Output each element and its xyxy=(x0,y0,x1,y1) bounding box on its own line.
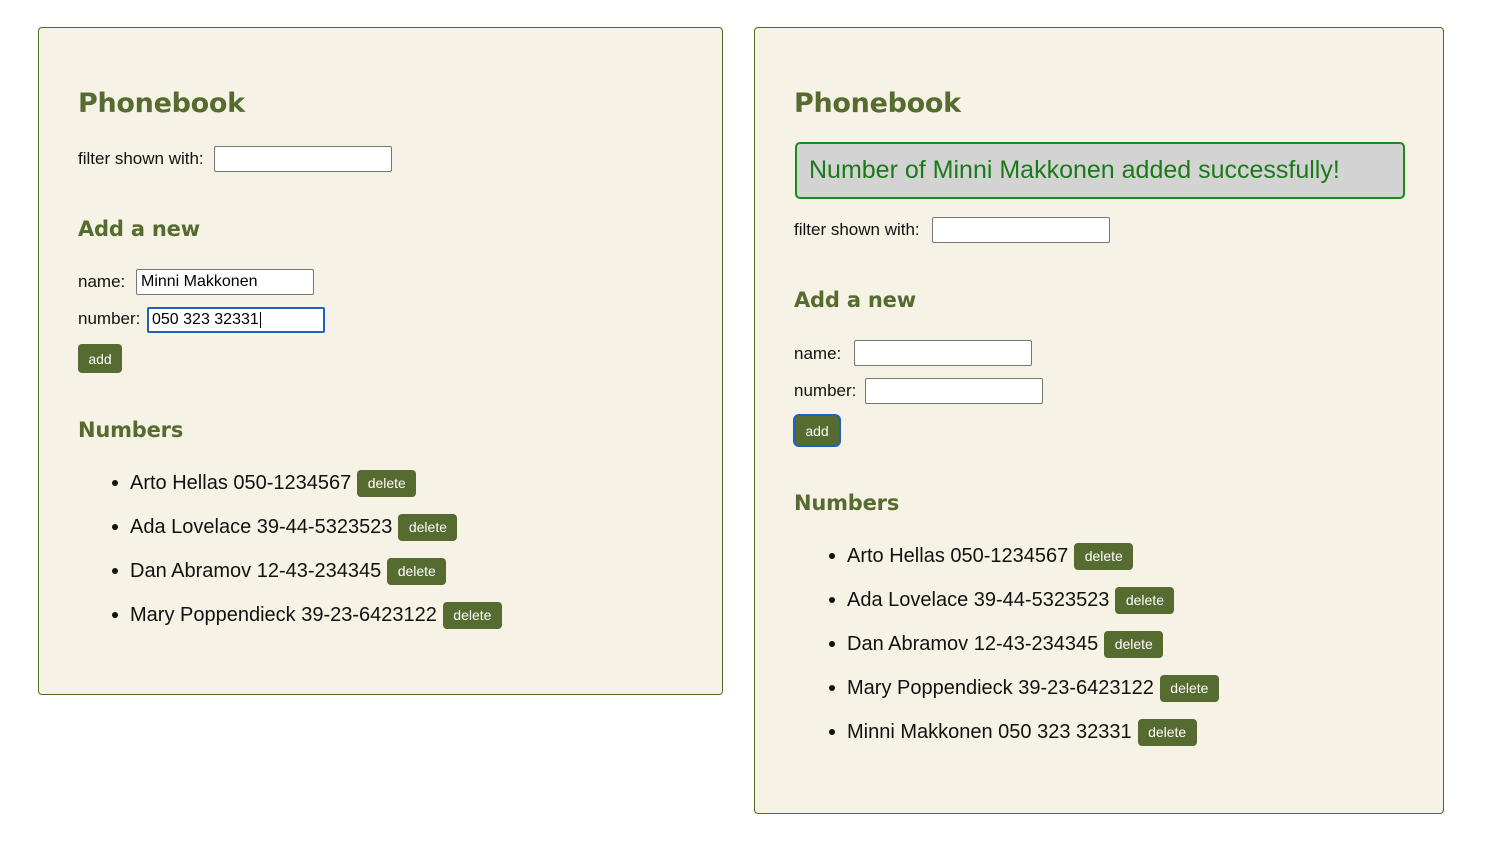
bullet xyxy=(829,729,835,735)
person-item: Dan Abramov 12-43-234345 delete xyxy=(829,622,1219,666)
name-label: name: xyxy=(78,272,126,291)
person-item: Mary Poppendieck 39-23-6423122 delete xyxy=(112,593,502,637)
number-label: number: xyxy=(78,309,141,328)
filter-label: filter shown with: xyxy=(78,149,204,168)
person-text: Mary Poppendieck 39-23-6423122 xyxy=(130,603,437,626)
add-new-heading: Add a new xyxy=(78,217,200,241)
person-item: Ada Lovelace 39-44-5323523 delete xyxy=(112,505,502,549)
bullet xyxy=(829,641,835,647)
person-text: Dan Abramov 12-43-234345 xyxy=(847,632,1099,655)
add-new-heading: Add a new xyxy=(794,288,916,312)
number-input-value: 050 323 32331 xyxy=(152,311,259,328)
number-input[interactable]: 050 323 32331 xyxy=(147,307,325,333)
filter-label: filter shown with: xyxy=(794,220,920,239)
bullet xyxy=(112,568,118,574)
person-text: Arto Hellas 050-1234567 xyxy=(847,544,1069,567)
delete-button[interactable]: delete xyxy=(387,557,447,585)
delete-button[interactable]: delete xyxy=(1104,630,1164,658)
bullet xyxy=(829,597,835,603)
bullet xyxy=(112,524,118,530)
bullet xyxy=(112,612,118,618)
person-text: Mary Poppendieck 39-23-6423122 xyxy=(847,676,1154,699)
add-button[interactable]: add xyxy=(795,416,839,445)
person-text: Arto Hellas 050-1234567 xyxy=(130,471,352,494)
delete-button[interactable]: delete xyxy=(1137,718,1197,746)
name-input[interactable] xyxy=(136,269,314,295)
number-input[interactable] xyxy=(865,378,1043,404)
filter-input[interactable] xyxy=(214,146,392,172)
person-item: Minni Makkonen 050 323 32331 delete xyxy=(829,710,1219,754)
filter-input[interactable] xyxy=(932,217,1110,243)
delete-button[interactable]: delete xyxy=(1074,542,1134,570)
numbers-heading: Numbers xyxy=(794,491,900,515)
person-item: Arto Hellas 050-1234567 delete xyxy=(112,461,502,505)
person-item: Ada Lovelace 39-44-5323523 delete xyxy=(829,578,1219,622)
person-list: Arto Hellas 050-1234567 delete Ada Lovel… xyxy=(112,461,502,637)
bullet xyxy=(829,553,835,559)
person-text: Ada Lovelace 39-44-5323523 xyxy=(130,515,393,538)
person-item: Dan Abramov 12-43-234345 delete xyxy=(112,549,502,593)
page-title: Phonebook xyxy=(794,88,961,119)
delete-button[interactable]: delete xyxy=(357,469,417,497)
name-input[interactable] xyxy=(854,340,1032,366)
add-button[interactable]: add xyxy=(78,344,122,373)
success-notification: Number of Minni Makkonen added successfu… xyxy=(795,142,1405,199)
delete-button[interactable]: delete xyxy=(442,601,502,629)
text-caret xyxy=(259,311,261,328)
person-item: Arto Hellas 050-1234567 delete xyxy=(829,534,1219,578)
person-text: Ada Lovelace 39-44-5323523 xyxy=(847,588,1110,611)
delete-button[interactable]: delete xyxy=(398,513,458,541)
person-list: Arto Hellas 050-1234567 delete Ada Lovel… xyxy=(829,534,1219,754)
page-title: Phonebook xyxy=(78,88,245,119)
bullet xyxy=(112,480,118,486)
phonebook-panel-before: Phonebook filter shown with: Add a new n… xyxy=(38,27,723,695)
numbers-heading: Numbers xyxy=(78,418,184,442)
person-item: Mary Poppendieck 39-23-6423122 delete xyxy=(829,666,1219,710)
delete-button[interactable]: delete xyxy=(1115,586,1175,614)
phonebook-panel-after: Phonebook Number of Minni Makkonen added… xyxy=(754,27,1444,814)
person-text: Dan Abramov 12-43-234345 xyxy=(130,559,382,582)
name-label: name: xyxy=(794,344,842,363)
delete-button[interactable]: delete xyxy=(1159,674,1219,702)
number-label: number: xyxy=(794,381,857,400)
person-text: Minni Makkonen 050 323 32331 xyxy=(847,720,1132,743)
bullet xyxy=(829,685,835,691)
